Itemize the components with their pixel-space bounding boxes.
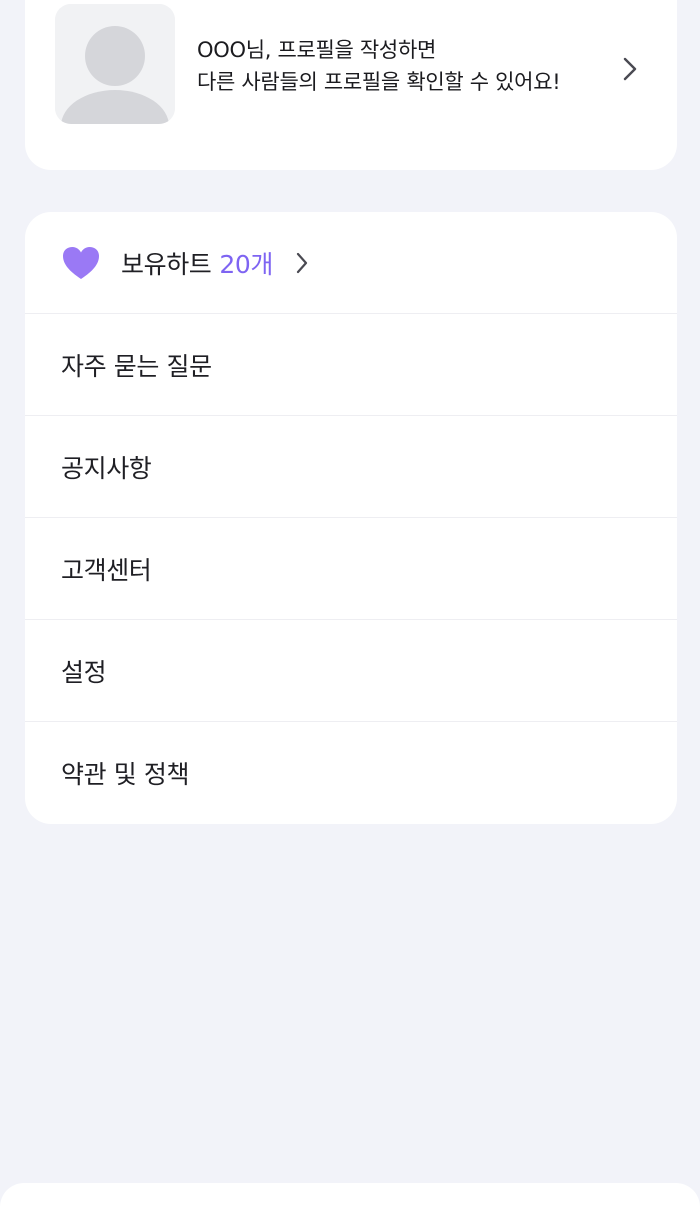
menu-item-customer-center[interactable]: 고객센터: [25, 518, 677, 620]
heart-icon: [63, 246, 99, 279]
profile-prompt: OOO님, 프로필을 작성하면 다른 사람들의 프로필을 확인할 수 있어요!: [197, 34, 561, 98]
menu-card: 보유하트 20개 자주 묻는 질문 공지사항 고객센터 설정 약관 및 정책: [25, 212, 677, 824]
hearts-label: 보유하트: [121, 249, 212, 279]
menu-item-faq[interactable]: 자주 묻는 질문: [25, 314, 677, 416]
default-avatar-icon: [55, 4, 175, 124]
hearts-count: 20개: [219, 249, 274, 279]
menu-item-terms[interactable]: 약관 및 정책: [25, 722, 677, 824]
menu-item-notice[interactable]: 공지사항: [25, 416, 677, 518]
menu-item-label: 자주 묻는 질문: [61, 351, 212, 381]
profile-prompt-line2: 다른 사람들의 프로필을 확인할 수 있어요!: [197, 70, 561, 94]
hearts-row[interactable]: 보유하트 20개: [25, 212, 677, 314]
bottom-sheet: [0, 1183, 700, 1223]
menu-item-settings[interactable]: 설정: [25, 620, 677, 722]
chevron-right-icon[interactable]: [295, 251, 309, 275]
menu-item-label: 공지사항: [61, 453, 152, 483]
profile-prompt-line1: OOO님, 프로필을 작성하면: [197, 38, 436, 62]
chevron-right-icon[interactable]: [621, 56, 639, 82]
profile-card[interactable]: OOO님, 프로필을 작성하면 다른 사람들의 프로필을 확인할 수 있어요!: [25, 0, 677, 170]
menu-item-label: 고객센터: [61, 555, 152, 585]
menu-item-label: 설정: [61, 657, 107, 687]
menu-item-label: 약관 및 정책: [61, 760, 190, 789]
